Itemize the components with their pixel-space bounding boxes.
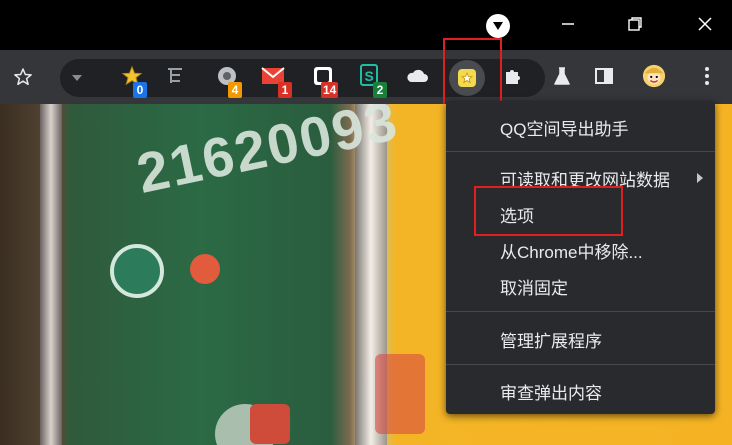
extension-context-menu: QQ空间导出助手 可读取和更改网站数据 选项 从Chrome中移除... 取消固… [446,101,715,414]
profile-avatar [642,64,666,88]
menu-item-label: 审查弹出内容 [500,383,602,403]
photo-decoration [190,254,220,284]
profile-avatar-button[interactable] [637,60,671,94]
kebab-menu-icon [695,64,719,88]
side-panel-button[interactable] [587,60,621,94]
menu-item-remove[interactable]: 从Chrome中移除... [446,232,715,268]
highlight-box [474,186,623,236]
badge: 1 [278,82,292,98]
side-panel-icon [592,64,616,88]
menu-divider [446,311,715,312]
tree-extension-icon [163,64,187,88]
cloud-extension-button[interactable] [400,60,434,94]
photo-decoration [375,354,425,434]
cloud-icon [405,64,429,88]
menu-item-unpin[interactable]: 取消固定 [446,268,715,304]
browser-toolbar: 0 4 1 14 S 2 [0,50,732,104]
photo-pole [40,104,62,445]
tree-extension-button[interactable] [158,60,192,94]
overflow-dropdown-button[interactable] [62,63,92,93]
menu-divider [446,151,715,152]
close-icon [698,17,712,31]
badge: 0 [133,82,147,98]
menu-item-label: QQ空间导出助手 [500,119,629,139]
restore-icon [628,17,642,31]
photo-decoration [110,244,164,298]
minimize-button[interactable] [553,10,583,38]
extensions-puzzle-icon [501,64,525,88]
menu-item-label: 管理扩展程序 [500,331,602,351]
menu-item-inspect-popup[interactable]: 审查弹出内容 [446,373,715,409]
s-extension-button[interactable]: S 2 [353,60,387,98]
badge: 14 [321,82,339,98]
star-extension-button[interactable]: 0 [115,60,149,98]
chevron-right-icon [697,173,703,183]
menu-item-label: 从Chrome中移除... [500,242,643,262]
labs-button[interactable] [545,60,579,94]
menu-divider [446,364,715,365]
circle-extension-button[interactable]: 4 [210,60,244,98]
badge: 4 [228,82,242,98]
chevron-down-icon [72,75,82,81]
svg-text:S: S [365,68,374,84]
menu-item-extension-name[interactable]: QQ空间导出助手 [446,109,715,145]
photo-decoration [250,404,290,444]
close-button[interactable] [690,10,720,38]
title-bar [0,0,732,50]
menu-item-manage-extensions[interactable]: 管理扩展程序 [446,321,715,357]
profile-dropdown-icon[interactable] [486,14,510,38]
badge: 2 [373,82,387,98]
minimize-icon [562,23,574,25]
star-icon [14,68,32,86]
gmail-extension-button[interactable]: 1 [256,60,292,98]
bookmark-star-button[interactable] [8,62,38,92]
chrome-menu-button[interactable] [690,60,724,94]
labs-flask-icon [550,64,574,88]
restore-button[interactable] [620,10,650,38]
chat-extension-button[interactable]: 14 [306,60,340,98]
menu-item-label: 取消固定 [500,278,568,298]
